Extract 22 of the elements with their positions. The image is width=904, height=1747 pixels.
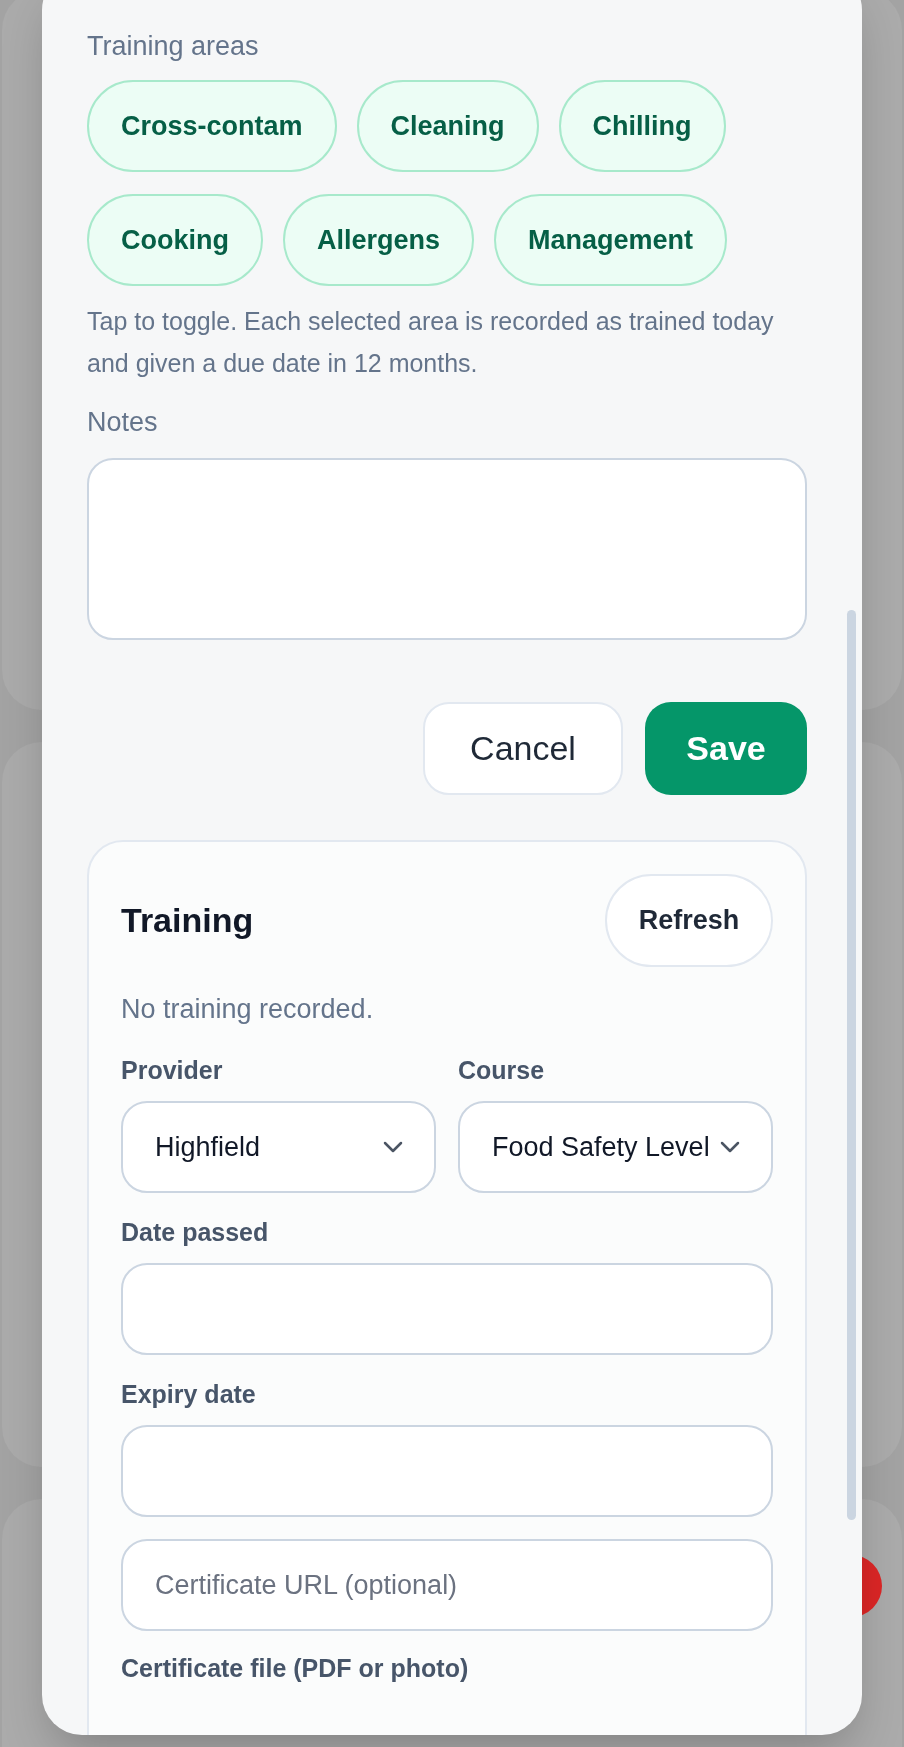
save-button[interactable]: Save xyxy=(645,702,807,795)
card-title: Training xyxy=(121,900,254,941)
cancel-button[interactable]: Cancel xyxy=(423,702,623,795)
field-label: Certificate file (PDF or photo) xyxy=(121,1653,470,1684)
training-area-chip[interactable]: Cross-contam xyxy=(87,80,337,172)
certificate-url-field[interactable]: Certificate URL (optional) xyxy=(121,1539,773,1631)
field-label: Course xyxy=(458,1055,546,1086)
help-text: Tap to toggle. Each selected area is recorded as trained today and given a due date in 12 months. xyxy=(87,306,775,379)
training-area-chip[interactable]: Allergens xyxy=(283,194,475,286)
field-label: Expiry date xyxy=(121,1379,257,1410)
training-area-chip[interactable]: Chilling xyxy=(558,80,726,172)
field-label: Provider xyxy=(121,1055,224,1086)
training-area-chip[interactable]: Cooking xyxy=(87,194,263,286)
notes-label: Notes xyxy=(87,406,159,439)
refresh-button[interactable]: Refresh xyxy=(605,874,773,967)
section-label: Training areas xyxy=(87,30,260,63)
training-area-chip[interactable]: Management xyxy=(494,194,728,286)
empty-message: No training recorded. xyxy=(121,993,375,1026)
training-area-chip[interactable]: Cleaning xyxy=(356,80,539,172)
field-label: Date passed xyxy=(121,1217,270,1248)
course-select[interactable]: Food Safety Level xyxy=(458,1101,773,1193)
provider-select[interactable]: Highfield xyxy=(121,1101,436,1193)
